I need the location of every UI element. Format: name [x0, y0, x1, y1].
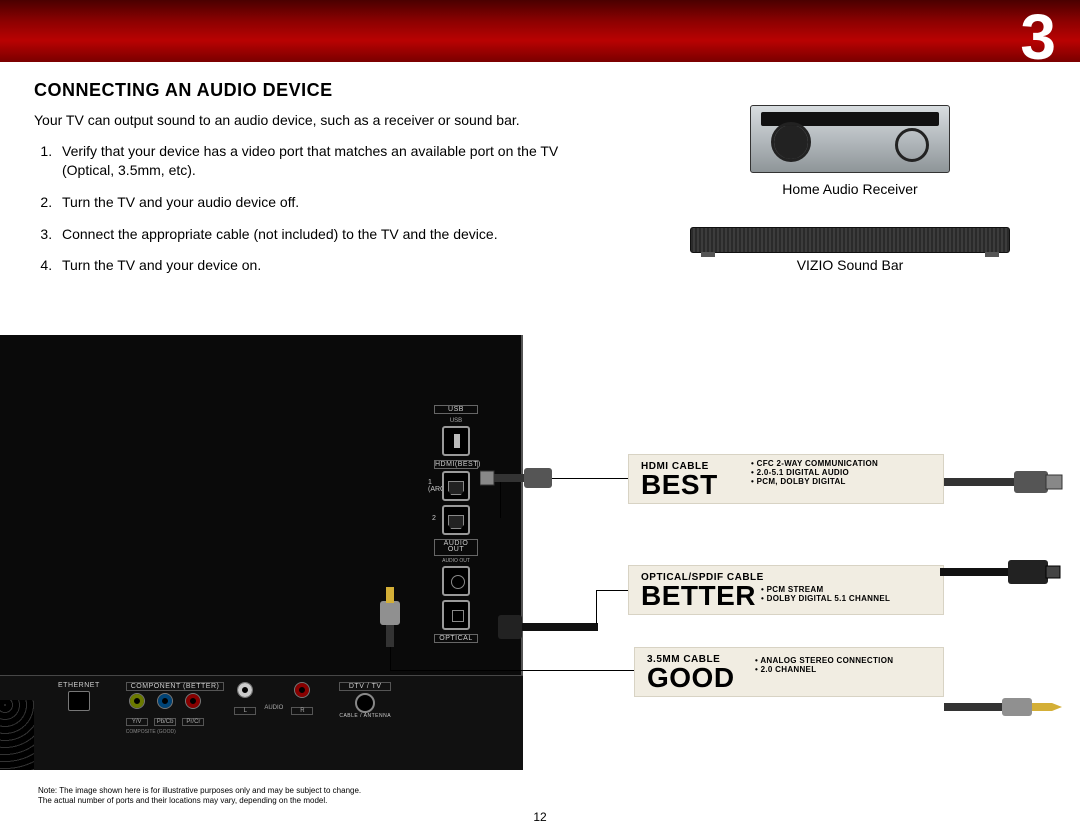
- step-1: Verify that your device has a video port…: [56, 142, 596, 181]
- quality-box-best: HDMI CABLE BEST CFC 2-WAY COMMUNICATION …: [628, 454, 944, 504]
- label-component: COMPONENT (BETTER): [126, 682, 225, 691]
- good-f2: 2.0 CHANNEL: [755, 665, 893, 674]
- better-f1: PCM STREAM: [761, 585, 890, 594]
- port-hdmi1: [442, 471, 470, 501]
- audioout-sublabel: AUDIO OUT: [432, 558, 480, 564]
- usb-sublabel: USB: [432, 418, 480, 424]
- label-composite: COMPOSITE (GOOD): [126, 729, 225, 735]
- best-f2: 2.0-5.1 DIGITAL AUDIO: [751, 468, 878, 477]
- better-f2: DOLBY DIGITAL 5.1 CHANNEL: [761, 594, 890, 603]
- rank-best: BEST: [641, 472, 751, 499]
- component-group: COMPONENT (BETTER) Y/V Pb/Cb Pr/Cr COMPO…: [126, 682, 225, 735]
- label-pb: Pb/Cb: [154, 718, 177, 726]
- footnote: Note: The image shown here is for illust…: [38, 786, 558, 806]
- audio-devices: Home Audio Receiver VIZIO Sound Bar: [690, 105, 1010, 303]
- 35mm-plug-icon: [370, 587, 410, 647]
- receiver-illustration: [750, 105, 950, 173]
- steps-list: Verify that your device has a video port…: [56, 142, 596, 276]
- hdmi-plug-icon: [480, 463, 560, 493]
- label-ethernet: ETHERNET: [58, 682, 100, 689]
- page-number: 12: [0, 810, 1080, 824]
- chapter-banner: 3: [0, 0, 1080, 62]
- step-2: Turn the TV and your audio device off.: [56, 193, 596, 213]
- line-opt-h: [596, 590, 628, 591]
- port-audio-out: [442, 566, 470, 596]
- soundbar-illustration: [690, 227, 1010, 253]
- intro-text: Your TV can output sound to an audio dev…: [34, 111, 574, 130]
- port-usb: [442, 426, 470, 456]
- label-antenna: CABLE / ANTENNA: [339, 714, 391, 719]
- best-f3: PCM, DOLBY DIGITAL: [751, 477, 878, 486]
- port-antenna: DTV / TV CABLE / ANTENNA: [339, 682, 391, 721]
- footnote-line2: The actual number of ports and their loc…: [38, 796, 327, 805]
- bottom-ports: ETHERNET COMPONENT (BETTER) Y/V Pb/Cb Pr…: [58, 682, 391, 735]
- port-hdmi2: [442, 505, 470, 535]
- port-label-optical: OPTICAL: [434, 634, 478, 643]
- tv-back-panel: USB USB HDMI(BEST) 1(ARC) 2 AUDIO OUT AU…: [0, 335, 1080, 770]
- label-dtv: DTV / TV: [339, 682, 391, 691]
- good-features: ANALOG STEREO CONNECTION 2.0 CHANNEL: [755, 656, 893, 692]
- quality-box-better: OPTICAL/SPDIF CABLE BETTER PCM STREAM DO…: [628, 565, 944, 615]
- hdmi2-number: 2: [432, 515, 436, 522]
- page-title: CONNECTING AN AUDIO DEVICE: [34, 80, 1046, 101]
- optical-plug-icon: [498, 610, 598, 644]
- port-ethernet: ETHERNET: [58, 682, 100, 712]
- rank-better: BETTER: [641, 583, 761, 610]
- rank-good: GOOD: [647, 665, 755, 692]
- footnote-line1: Note: The image shown here is for illust…: [38, 786, 361, 795]
- tv-bottom-strip: ETHERNET COMPONENT (BETTER) Y/V Pb/Cb Pr…: [0, 675, 523, 770]
- line-opt-v: [596, 590, 597, 624]
- step-3: Connect the appropriate cable (not inclu…: [56, 225, 596, 245]
- soundbar-label: VIZIO Sound Bar: [690, 257, 1010, 273]
- chapter-number: 3: [1020, 0, 1056, 74]
- better-features: PCM STREAM DOLBY DIGITAL 5.1 CHANNEL: [761, 585, 890, 610]
- quality-box-good: 3.5MM CABLE GOOD ANALOG STEREO CONNECTIO…: [634, 647, 944, 697]
- port-label-hdmi: HDMI(BEST): [434, 460, 478, 469]
- best-f1: CFC 2-WAY COMMUNICATION: [751, 459, 878, 468]
- label-audio: AUDIO: [262, 705, 285, 711]
- 35mm-connector-icon: [944, 694, 1074, 720]
- port-label-usb: USB: [434, 405, 478, 414]
- receiver-label: Home Audio Receiver: [690, 181, 1010, 197]
- port-label-audioout: AUDIO OUT: [434, 539, 478, 556]
- speaker-grille-icon: [0, 700, 34, 770]
- tv-back: USB USB HDMI(BEST) 1(ARC) 2 AUDIO OUT AU…: [0, 335, 523, 770]
- best-features: CFC 2-WAY COMMUNICATION 2.0-5.1 DIGITAL …: [751, 459, 878, 499]
- label-pr: Pr/Cr: [182, 718, 204, 726]
- port-optical: [442, 600, 470, 630]
- label-l: L: [234, 707, 256, 715]
- label-yv: Y/V: [126, 718, 148, 726]
- label-r: R: [291, 707, 313, 715]
- step-4: Turn the TV and your device on.: [56, 256, 596, 276]
- optical-connector-icon: [940, 555, 1070, 589]
- good-f1: ANALOG STEREO CONNECTION: [755, 656, 893, 665]
- hdmi-connector-icon: [944, 468, 1064, 496]
- side-port-column: USB USB HDMI(BEST) 1(ARC) 2 AUDIO OUT AU…: [432, 405, 480, 645]
- line-35-h: [390, 670, 634, 671]
